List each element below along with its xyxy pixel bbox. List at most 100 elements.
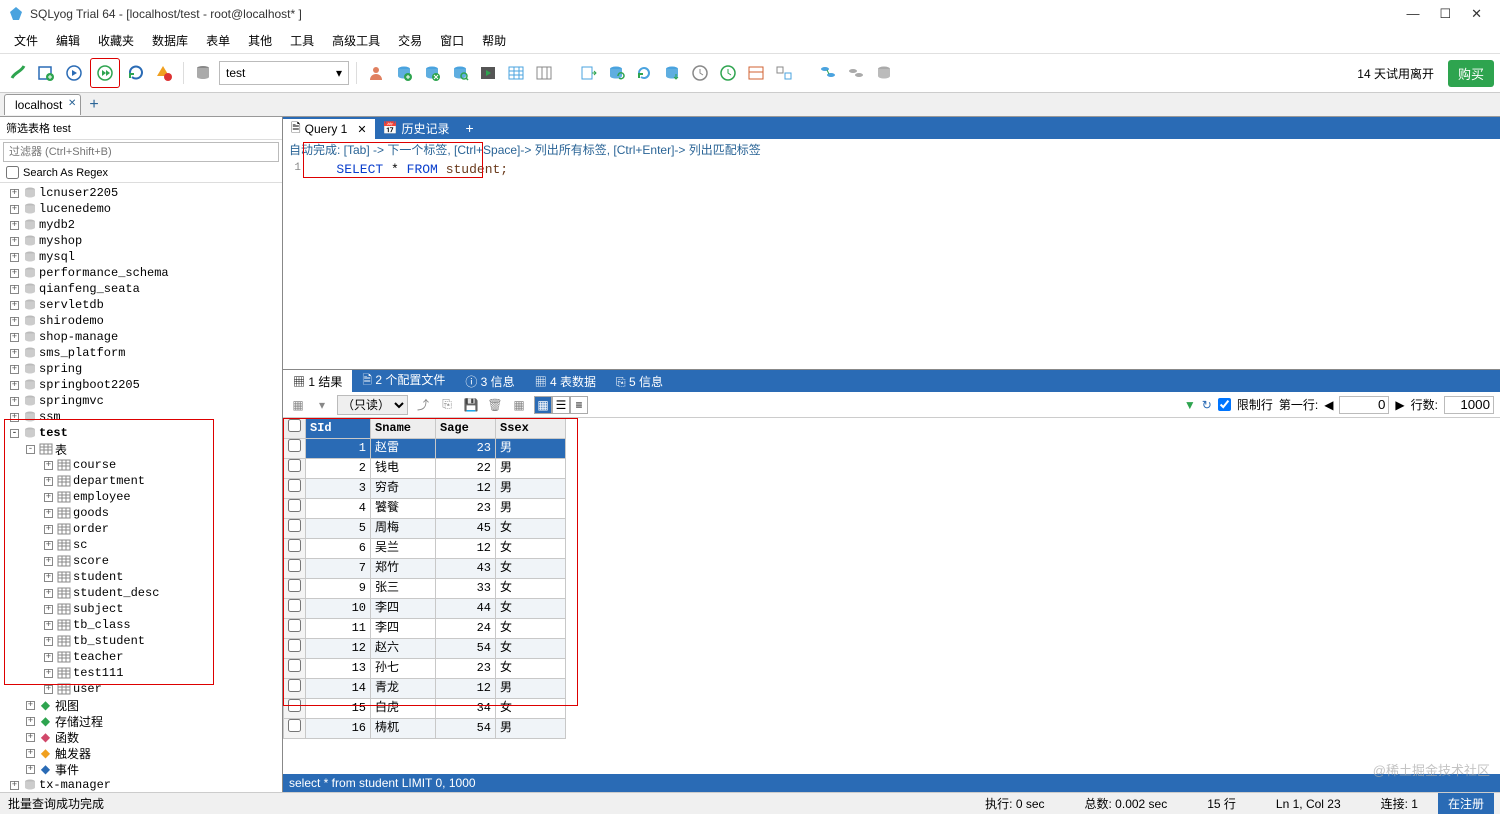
expander-icon[interactable]: + xyxy=(44,637,53,646)
tree-db-sms_platform[interactable]: +sms_platform xyxy=(0,345,282,361)
result-grid-wrap[interactable]: SIdSnameSageSsex1赵雷23男2钱电22男3穷奇12男4饕餮23男… xyxy=(283,418,1500,774)
expander-icon[interactable]: + xyxy=(10,413,19,422)
expander-icon[interactable]: + xyxy=(10,365,19,374)
cell-ssex[interactable]: 男 xyxy=(496,679,566,699)
tree-table-department[interactable]: +department xyxy=(0,473,282,489)
row-checkbox[interactable] xyxy=(284,439,306,459)
cell-ssex[interactable]: 男 xyxy=(496,459,566,479)
row-checkbox[interactable] xyxy=(284,599,306,619)
checkbox-header[interactable] xyxy=(284,419,306,439)
table-row[interactable]: 16梼杌54男 xyxy=(284,719,566,739)
tree-db-servletdb[interactable]: +servletdb xyxy=(0,297,282,313)
row-checkbox[interactable] xyxy=(284,619,306,639)
result-tab-0[interactable]: ▦ 1 结果 xyxy=(283,370,352,392)
cell-ssex[interactable]: 女 xyxy=(496,699,566,719)
tree-db-qianfeng_seata[interactable]: +qianfeng_seata xyxy=(0,281,282,297)
db-reload-icon[interactable] xyxy=(632,61,656,85)
table-row[interactable]: 11李四24女 xyxy=(284,619,566,639)
expander-icon[interactable]: + xyxy=(10,205,19,214)
menu-高级工具[interactable]: 高级工具 xyxy=(324,30,388,51)
tree-folder-事件[interactable]: +◆事件 xyxy=(0,761,282,777)
tree-table-student_desc[interactable]: +student_desc xyxy=(0,585,282,601)
table-row[interactable]: 14青龙12男 xyxy=(284,679,566,699)
cell-ssex[interactable]: 女 xyxy=(496,659,566,679)
menu-收藏夹[interactable]: 收藏夹 xyxy=(90,30,142,51)
cell-sage[interactable]: 43 xyxy=(436,559,496,579)
limit-rows-checkbox[interactable] xyxy=(1218,398,1231,411)
register-button[interactable]: 在注册 xyxy=(1438,793,1494,814)
cell-sage[interactable]: 45 xyxy=(436,519,496,539)
query-tab-active[interactable]: 🗎 Query 1 ✕ xyxy=(283,117,375,139)
cell-sage[interactable]: 12 xyxy=(436,479,496,499)
cell-sage[interactable]: 23 xyxy=(436,499,496,519)
expander-icon[interactable]: + xyxy=(26,717,35,726)
tree-table-tb_class[interactable]: +tb_class xyxy=(0,617,282,633)
cell-sname[interactable]: 青龙 xyxy=(371,679,436,699)
cell-sname[interactable]: 赵雷 xyxy=(371,439,436,459)
minimize-button[interactable]: — xyxy=(1406,6,1419,22)
cell-ssex[interactable]: 女 xyxy=(496,519,566,539)
cell-ssex[interactable]: 女 xyxy=(496,599,566,619)
cell-sid[interactable]: 12 xyxy=(306,639,371,659)
expander-icon[interactable]: + xyxy=(44,541,53,550)
tree-table-user[interactable]: +user xyxy=(0,681,282,697)
regex-checkbox[interactable] xyxy=(6,166,19,179)
cell-sname[interactable]: 白虎 xyxy=(371,699,436,719)
menu-窗口[interactable]: 窗口 xyxy=(432,30,472,51)
db-search-icon[interactable] xyxy=(448,61,472,85)
table-row[interactable]: 9张三33女 xyxy=(284,579,566,599)
cell-sid[interactable]: 11 xyxy=(306,619,371,639)
layout1-icon[interactable] xyxy=(744,61,768,85)
cell-sid[interactable]: 4 xyxy=(306,499,371,519)
row-checkbox[interactable] xyxy=(284,499,306,519)
tree-folder-函数[interactable]: +◆函数 xyxy=(0,729,282,745)
cell-sid[interactable]: 15 xyxy=(306,699,371,719)
tree-db-mydb2[interactable]: +mydb2 xyxy=(0,217,282,233)
menu-文件[interactable]: 文件 xyxy=(6,30,46,51)
result-grid[interactable]: SIdSnameSageSsex1赵雷23男2钱电22男3穷奇12男4饕餮23男… xyxy=(283,418,566,739)
cell-sname[interactable]: 吴兰 xyxy=(371,539,436,559)
cell-sage[interactable]: 22 xyxy=(436,459,496,479)
expander-icon[interactable]: + xyxy=(44,461,53,470)
expander-icon[interactable]: + xyxy=(10,189,19,198)
expander-icon[interactable]: + xyxy=(10,221,19,230)
database-select[interactable]: test xyxy=(219,61,349,85)
tree-db-performance_schema[interactable]: +performance_schema xyxy=(0,265,282,281)
table-row[interactable]: 12赵六54女 xyxy=(284,639,566,659)
expander-icon[interactable]: + xyxy=(10,237,19,246)
tree-db-mysql[interactable]: +mysql xyxy=(0,249,282,265)
first-row-input[interactable] xyxy=(1339,396,1389,414)
cell-sid[interactable]: 5 xyxy=(306,519,371,539)
cell-sid[interactable]: 2 xyxy=(306,459,371,479)
expander-icon[interactable]: + xyxy=(26,765,35,774)
cell-sname[interactable]: 梼杌 xyxy=(371,719,436,739)
tree-table-order[interactable]: +order xyxy=(0,521,282,537)
tree-db-lucenedemo[interactable]: +lucenedemo xyxy=(0,201,282,217)
row-checkbox[interactable] xyxy=(284,579,306,599)
columns-icon[interactable] xyxy=(532,61,556,85)
cell-sage[interactable]: 44 xyxy=(436,599,496,619)
cell-ssex[interactable]: 女 xyxy=(496,539,566,559)
cell-sname[interactable]: 李四 xyxy=(371,599,436,619)
tree-folder-触发器[interactable]: +◆触发器 xyxy=(0,745,282,761)
tree-table-sc[interactable]: +sc xyxy=(0,537,282,553)
expander-icon[interactable]: - xyxy=(26,445,35,454)
result-tab-3[interactable]: ▦ 4 表数据 xyxy=(525,370,606,392)
table-row[interactable]: 4饕餮23男 xyxy=(284,499,566,519)
tree-db-shirodemo[interactable]: +shirodemo xyxy=(0,313,282,329)
grid-toggle-icon[interactable]: ▦ xyxy=(289,396,307,414)
execute-all-icon[interactable] xyxy=(93,61,117,85)
cell-sage[interactable]: 12 xyxy=(436,679,496,699)
tree-folder-tables[interactable]: -表 xyxy=(0,441,282,457)
db-down-icon[interactable] xyxy=(660,61,684,85)
cell-sname[interactable]: 周梅 xyxy=(371,519,436,539)
expander-icon[interactable]: + xyxy=(26,701,35,710)
row-checkbox[interactable] xyxy=(284,659,306,679)
cell-sage[interactable]: 33 xyxy=(436,579,496,599)
expander-icon[interactable]: + xyxy=(44,621,53,630)
compare-icon[interactable] xyxy=(844,61,868,85)
row-checkbox[interactable] xyxy=(284,679,306,699)
close-icon[interactable]: ✕ xyxy=(357,123,366,136)
filter-icon[interactable]: ▼ xyxy=(1184,398,1196,412)
tree-db-shop-manage[interactable]: +shop-manage xyxy=(0,329,282,345)
